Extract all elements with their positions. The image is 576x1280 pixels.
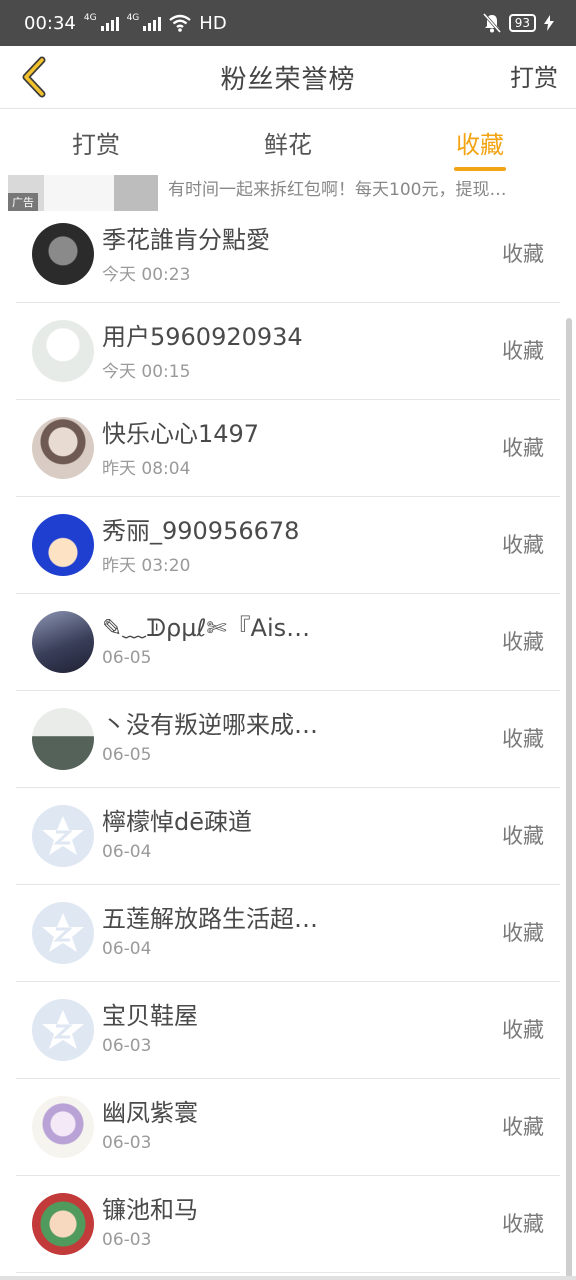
- fan-time: 06-03: [102, 1036, 152, 1056]
- wifi-icon: [169, 14, 192, 32]
- fan-name: 秀丽_990956678: [102, 517, 300, 545]
- list-item[interactable]: 五莲解放路生活超… 06-04 收藏: [16, 885, 560, 982]
- scrollbar[interactable]: [566, 318, 572, 1280]
- hd-indicator: HD: [199, 12, 227, 34]
- avatar: [32, 805, 94, 867]
- fan-name: 幽凤紫寰: [102, 1099, 198, 1127]
- mute-bell-icon: [482, 13, 501, 33]
- bottom-divider: [0, 1276, 576, 1280]
- fan-time: 06-04: [102, 842, 152, 862]
- list-item[interactable]: 用户5960920934 今天 00:15 收藏: [16, 303, 560, 400]
- fan-name: 季花誰肯分點愛: [102, 226, 270, 254]
- list-item[interactable]: 幽凤紫寰 06-03 收藏: [16, 1079, 560, 1176]
- status-right: 93: [482, 13, 554, 33]
- default-avatar-icon: [42, 1010, 84, 1049]
- fan-time: 今天 00:15: [102, 362, 191, 382]
- chevron-left-icon: [22, 56, 46, 98]
- fan-time: 昨天 03:20: [102, 556, 191, 576]
- fan-name: 用户5960920934: [102, 323, 303, 351]
- battery-level: 93: [508, 14, 536, 32]
- signal-icon-2: [143, 15, 162, 31]
- avatar: [32, 1096, 94, 1158]
- list-item[interactable]: 秀丽_990956678 昨天 03:20 收藏: [16, 497, 560, 594]
- fan-action: 收藏: [502, 533, 544, 557]
- network-type-2: 4G: [126, 12, 140, 23]
- list-item[interactable]: 丶没有叛逆哪来成… 06-05 收藏: [16, 691, 560, 788]
- avatar: [32, 902, 94, 964]
- status-left: 00:34 4G 4G HD: [24, 13, 227, 34]
- fan-action: 收藏: [502, 1018, 544, 1042]
- charging-icon: [544, 15, 554, 31]
- avatar: [32, 999, 94, 1061]
- list-item[interactable]: 季花誰肯分點愛 今天 00:23 收藏: [16, 206, 560, 303]
- tab-favorites[interactable]: 收藏: [384, 109, 576, 175]
- network-type-1: 4G: [83, 12, 97, 23]
- ad-text: 有时间一起来拆红包啊！每天100元，提现…: [168, 180, 507, 200]
- fan-action: 收藏: [502, 824, 544, 848]
- fan-time: 06-03: [102, 1133, 152, 1153]
- fan-time: 06-03: [102, 1230, 152, 1250]
- avatar: [32, 708, 94, 770]
- fan-time: 06-05: [102, 648, 152, 668]
- app-header: 粉丝荣誉榜 打赏: [0, 46, 576, 109]
- fan-name: 镰池和马: [102, 1196, 198, 1224]
- avatar: [32, 1193, 94, 1255]
- tab-tip[interactable]: 打赏: [0, 109, 192, 175]
- fan-action: 收藏: [502, 630, 544, 654]
- default-avatar-icon: [42, 913, 84, 952]
- tab-bar: 打赏 鲜花 收藏: [0, 109, 576, 176]
- list-item[interactable]: 快乐心心1497 昨天 08:04 收藏: [16, 400, 560, 497]
- fan-action: 收藏: [502, 436, 544, 460]
- fan-action: 收藏: [502, 1115, 544, 1139]
- avatar: [32, 611, 94, 673]
- signal-icon: [100, 15, 119, 31]
- fan-name: 丶没有叛逆哪来成…: [102, 711, 318, 739]
- status-bar: 00:34 4G 4G HD 93: [0, 0, 576, 46]
- default-avatar-icon: [42, 816, 84, 855]
- list-item[interactable]: 镰池和马 06-03 收藏: [16, 1176, 560, 1273]
- back-button[interactable]: [14, 54, 54, 100]
- fan-name: 檸檬悼dē疎道: [102, 808, 252, 836]
- fan-time: 06-05: [102, 745, 152, 765]
- avatar: [32, 223, 94, 285]
- fan-action: 收藏: [502, 1212, 544, 1236]
- fan-list: 季花誰肯分點愛 今天 00:23 收藏 用户5960920934 今天 00:1…: [16, 206, 560, 1273]
- fan-time: 06-04: [102, 939, 152, 959]
- fan-action: 收藏: [502, 921, 544, 945]
- avatar: [32, 417, 94, 479]
- fan-name: ✎﹏ᗫρµℓ✄『Ais…: [102, 614, 311, 642]
- list-item[interactable]: 檸檬悼dē疎道 06-04 收藏: [16, 788, 560, 885]
- fan-time: 昨天 08:04: [102, 459, 191, 479]
- fan-name: 五莲解放路生活超…: [102, 905, 318, 933]
- avatar: [32, 320, 94, 382]
- list-item[interactable]: 宝贝鞋屋 06-03 收藏: [16, 982, 560, 1079]
- fan-name: 宝贝鞋屋: [102, 1002, 198, 1030]
- fan-action: 收藏: [502, 339, 544, 363]
- tip-button[interactable]: 打赏: [510, 58, 558, 93]
- avatar: [32, 514, 94, 576]
- list-item[interactable]: ✎﹏ᗫρµℓ✄『Ais… 06-05 收藏: [16, 594, 560, 691]
- fan-time: 今天 00:23: [102, 265, 191, 285]
- fan-action: 收藏: [502, 727, 544, 751]
- fan-action: 收藏: [502, 242, 544, 266]
- fan-name: 快乐心心1497: [102, 420, 260, 448]
- page-title: 粉丝荣誉榜: [220, 64, 356, 95]
- tab-flowers[interactable]: 鲜花: [192, 109, 384, 175]
- status-time: 00:34: [24, 12, 76, 34]
